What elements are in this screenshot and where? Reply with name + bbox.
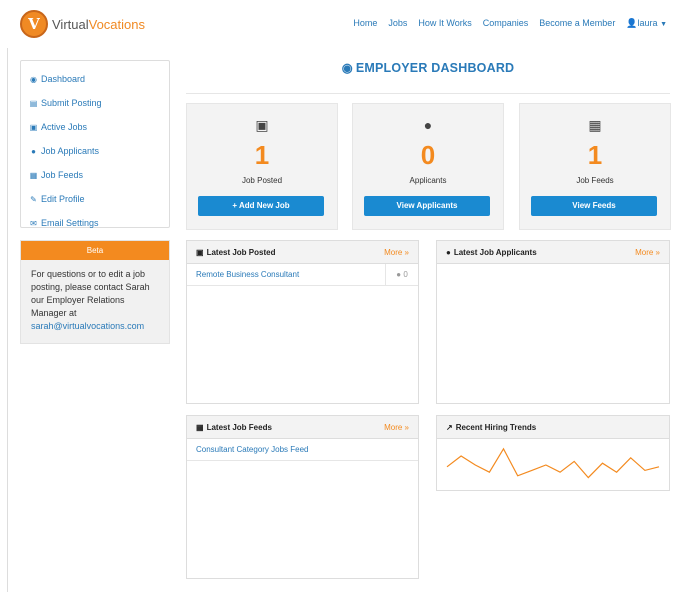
table-row: Remote Business Consultant ● 0 bbox=[187, 264, 418, 286]
sidebar-item-job-applicants[interactable]: ● Job Applicants bbox=[21, 139, 169, 163]
add-new-job-button[interactable]: + Add New Job bbox=[198, 196, 324, 216]
more-link[interactable]: More » bbox=[384, 423, 409, 432]
stat-number: 0 bbox=[420, 140, 436, 170]
main-nav: Home Jobs How It Works Companies Become … bbox=[353, 18, 667, 29]
sidebar-item-label: Email Settings bbox=[41, 218, 99, 228]
line-chart-icon: ↗ bbox=[446, 422, 453, 432]
sidebar-item-label: Edit Profile bbox=[41, 194, 85, 204]
sidebar-item-dashboard[interactable]: ◉ Dashboard bbox=[21, 67, 169, 91]
chevron-down-icon: ▼ bbox=[660, 21, 667, 28]
stat-card-jobs-posted: ▣ 1 Job Posted + Add New Job bbox=[186, 103, 338, 230]
briefcase-icon: ▣ bbox=[255, 117, 269, 133]
latest-job-posted-panel: ▣ Latest Job Posted More » Remote Busines… bbox=[186, 240, 419, 404]
logo-mark-icon: V bbox=[20, 10, 48, 38]
stat-card-job-feeds: ▦ 1 Job Feeds View Feeds bbox=[519, 103, 671, 230]
logo-text: VirtualVocations bbox=[52, 16, 145, 32]
nav-home-link[interactable]: Home bbox=[353, 18, 377, 29]
sidebar-item-label: Submit Posting bbox=[41, 98, 102, 108]
stat-card-applicants: ● 0 Applicants View Applicants bbox=[352, 103, 504, 230]
file-icon: ▦ bbox=[196, 422, 204, 432]
applicant-count: ● 0 bbox=[385, 264, 418, 285]
dashboard-icon: ◉ bbox=[341, 61, 353, 75]
briefcase-icon: ▣ bbox=[196, 247, 204, 257]
user-menu[interactable]: 👤laura ▼ bbox=[626, 18, 667, 29]
nav-jobs-link[interactable]: Jobs bbox=[388, 18, 407, 29]
table-row: Consultant Category Jobs Feed bbox=[187, 439, 418, 461]
sidebar-menu: ◉ Dashboard ▤ Submit Posting ▣ Active Jo… bbox=[20, 60, 170, 228]
user-icon: ● bbox=[423, 117, 433, 133]
sidebar-item-job-feeds[interactable]: ▦ Job Feeds bbox=[21, 163, 169, 187]
hiring-trend-sparkline bbox=[446, 447, 660, 479]
panel-header: ▣ Latest Job Posted More » bbox=[187, 241, 418, 264]
sidebar-item-label: Active Jobs bbox=[41, 122, 88, 132]
stat-label: Job Feeds bbox=[576, 176, 614, 185]
latest-job-feeds-panel: ▦ Latest Job Feeds More » Consultant Cate… bbox=[186, 415, 419, 579]
panel-header: ↗ Recent Hiring Trends bbox=[437, 416, 669, 439]
sidebar-item-label: Job Feeds bbox=[41, 170, 84, 180]
panel-header: ● Latest Job Applicants More » bbox=[437, 241, 669, 264]
sidebar-item-active-jobs[interactable]: ▣ Active Jobs bbox=[21, 115, 169, 139]
briefcase-icon: ▣ bbox=[29, 122, 38, 132]
edit-icon: ✎ bbox=[30, 194, 37, 204]
sidebar-item-email-settings[interactable]: ✉ Email Settings bbox=[21, 211, 169, 235]
user-icon: ● bbox=[396, 270, 402, 279]
contact-email-link[interactable]: sarah@virtualvocations.com bbox=[31, 321, 144, 331]
trend-line bbox=[446, 447, 660, 479]
stat-label: Job Posted bbox=[241, 176, 283, 185]
view-feeds-button[interactable]: View Feeds bbox=[531, 196, 657, 216]
title-divider bbox=[186, 93, 670, 94]
stat-number: 1 bbox=[587, 140, 603, 170]
feed-title-link[interactable]: Consultant Category Jobs Feed bbox=[187, 445, 418, 454]
sidebar-item-label: Dashboard bbox=[41, 74, 86, 84]
site-logo[interactable]: V VirtualVocations bbox=[20, 10, 145, 38]
file-icon: ▦ bbox=[29, 170, 38, 180]
view-applicants-button[interactable]: View Applicants bbox=[364, 196, 490, 216]
file-icon: ▦ bbox=[588, 117, 602, 133]
user-name: laura bbox=[637, 18, 658, 28]
nav-companies-link[interactable]: Companies bbox=[483, 18, 529, 29]
user-icon: ● bbox=[31, 146, 36, 156]
sidebar-item-submit-posting[interactable]: ▤ Submit Posting bbox=[21, 91, 169, 115]
user-icon: 👤 bbox=[626, 18, 638, 28]
sidebar-item-edit-profile[interactable]: ✎ Edit Profile bbox=[21, 187, 169, 211]
page-title: ◉ EMPLOYER DASHBOARD bbox=[341, 61, 515, 75]
nav-become-member-link[interactable]: Become a Member bbox=[539, 18, 615, 29]
recent-hiring-trends-panel: ↗ Recent Hiring Trends bbox=[436, 415, 670, 491]
latest-job-applicants-panel: ● Latest Job Applicants More » bbox=[436, 240, 670, 404]
beta-badge: Beta bbox=[21, 241, 169, 260]
envelope-icon: ✉ bbox=[30, 218, 37, 228]
beta-contact-text: For questions or to edit a job posting, … bbox=[31, 269, 150, 331]
stat-number: 1 bbox=[254, 140, 270, 170]
nav-how-it-works-link[interactable]: How It Works bbox=[418, 18, 471, 29]
top-navbar: V VirtualVocations Home Jobs How It Work… bbox=[0, 0, 681, 48]
user-icon: ● bbox=[446, 247, 451, 257]
more-link[interactable]: More » bbox=[384, 248, 409, 257]
dashboard-icon: ◉ bbox=[30, 74, 37, 84]
job-title-link[interactable]: Remote Business Consultant bbox=[187, 270, 385, 279]
more-link[interactable]: More » bbox=[635, 248, 660, 257]
beta-info-box: Beta For questions or to edit a job post… bbox=[20, 240, 170, 344]
panel-header: ▦ Latest Job Feeds More » bbox=[187, 416, 418, 439]
stat-label: Applicants bbox=[409, 176, 447, 185]
page-divider bbox=[7, 48, 8, 592]
sidebar-item-label: Job Applicants bbox=[41, 146, 100, 156]
list-icon: ▤ bbox=[29, 98, 38, 108]
